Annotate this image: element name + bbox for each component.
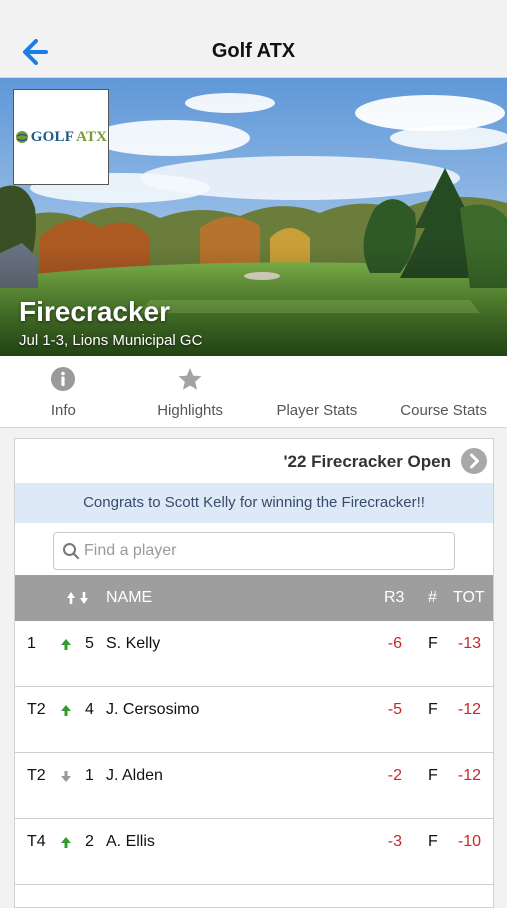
card-header: '22 Firecracker Open — [15, 439, 493, 483]
leaderboard-row-partial[interactable] — [15, 885, 493, 907]
page-title: Golf ATX — [211, 40, 296, 62]
total-score: -12 — [457, 701, 481, 718]
player-name: J. Cersosimo — [106, 701, 200, 718]
search-input[interactable] — [84, 533, 444, 569]
total-score: -10 — [457, 833, 481, 850]
column-tot[interactable]: TOT — [453, 589, 485, 607]
event-date-venue: Jul 1-3, Lions Municipal GC — [19, 332, 203, 349]
position: T2 — [27, 767, 46, 784]
position-change: 2 — [85, 833, 94, 850]
logo-text-golf: GOLF — [30, 128, 75, 145]
tab-highlights[interactable]: Highlights — [127, 356, 254, 427]
tab-course-stats[interactable]: Course Stats — [380, 356, 507, 427]
move-up-icon — [61, 705, 71, 716]
leaderboard-row[interactable]: T4 2 A. Ellis -3 F -10 — [15, 819, 493, 885]
holes-thru: F — [428, 701, 438, 718]
tab-highlights-label: Highlights — [157, 402, 224, 419]
player-search — [15, 523, 493, 575]
tab-info-label: Info — [50, 402, 76, 419]
round3-score: -2 — [387, 767, 402, 784]
chevron-right-icon — [470, 453, 479, 469]
star-icon — [178, 368, 202, 390]
position-change: 4 — [85, 701, 94, 718]
total-score: -13 — [457, 635, 481, 652]
search-icon — [63, 543, 80, 560]
position-change: 5 — [85, 635, 94, 652]
round3-score: -3 — [387, 833, 402, 850]
leaderboard-header: NAME R3 # TOT — [15, 575, 493, 621]
column-r3[interactable]: R3 — [384, 589, 404, 607]
move-down-icon — [61, 771, 71, 782]
move-up-icon — [61, 837, 71, 848]
leaderboard-row[interactable]: T2 4 J. Cersosimo -5 F -12 — [15, 687, 493, 753]
search-box[interactable] — [53, 532, 455, 570]
leaderboard-row[interactable]: 1 5 S. Kelly -6 F -13 — [15, 621, 493, 687]
info-icon — [51, 367, 76, 391]
tab-info[interactable]: Info — [0, 356, 127, 427]
announcement-banner: Congrats to Scott Kelly for winning the … — [15, 483, 493, 523]
round3-score: -5 — [387, 701, 402, 718]
tab-player-stats[interactable]: Player Stats — [254, 356, 381, 427]
logo-text-atx: ATX — [76, 128, 108, 145]
tournament-title: '22 Firecracker Open — [283, 452, 451, 471]
column-thru[interactable]: # — [428, 589, 437, 607]
leaderboard-row[interactable]: T2 1 J. Alden -2 F -12 — [15, 753, 493, 819]
tab-player-stats-label: Player Stats — [276, 402, 358, 419]
column-name[interactable]: NAME — [106, 589, 152, 607]
tournament-select-button[interactable] — [461, 448, 487, 474]
movement-sort-icon[interactable] — [65, 589, 91, 607]
move-up-icon — [61, 639, 71, 650]
round3-score: -6 — [387, 635, 402, 652]
golfatx-logo: GOLF ATX — [13, 89, 109, 185]
player-name: J. Alden — [106, 767, 163, 784]
position-change: 1 — [85, 767, 94, 784]
position: 1 — [27, 635, 36, 652]
player-name: A. Ellis — [106, 833, 155, 850]
total-score: -12 — [457, 767, 481, 784]
holes-thru: F — [428, 635, 438, 652]
holes-thru: F — [428, 767, 438, 784]
holes-thru: F — [428, 833, 438, 850]
tab-course-stats-label: Course Stats — [400, 402, 487, 419]
event-name: Firecracker — [19, 296, 171, 327]
position: T2 — [27, 701, 46, 718]
event-hero-banner: GOLF ATX Firecracker Jul 1-3, Lions Munic… — [0, 78, 507, 356]
top-nav-bar: Golf ATX — [0, 0, 507, 78]
position: T4 — [27, 833, 46, 850]
event-tab-bar: Info Highlights Player Stats Course Stat… — [0, 356, 507, 428]
globe-icon — [15, 131, 28, 143]
player-name: S. Kelly — [106, 635, 161, 652]
leaderboard-card: '22 Firecracker Open Congrats to Scott K… — [14, 438, 494, 908]
